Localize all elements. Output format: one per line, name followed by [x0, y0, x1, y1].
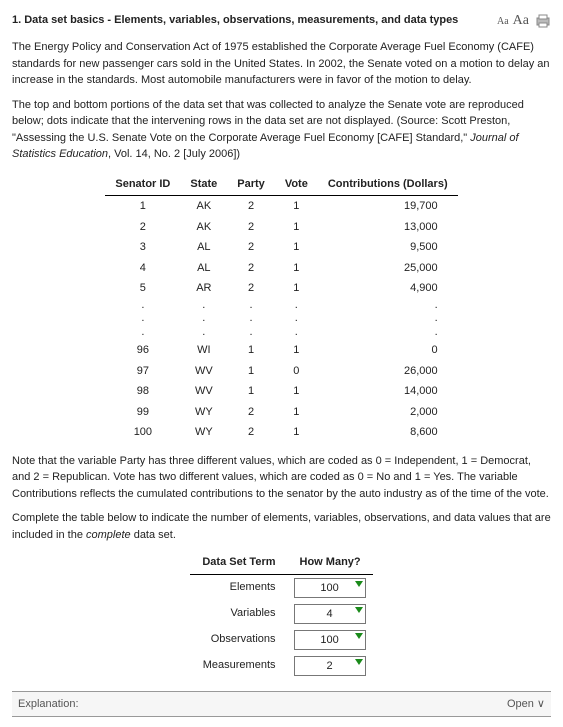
answer-dropdown[interactable]: 4 [294, 604, 366, 624]
answer-term: Elements [190, 574, 287, 601]
p4-text-c: data set. [131, 529, 176, 541]
intro-paragraph-1: The Energy Policy and Conservation Act o… [12, 39, 551, 89]
answer-row: Variables 4 [190, 601, 372, 627]
explanation-open-toggle[interactable]: Open ∨ [507, 696, 545, 713]
table-row: 98WV1114,000 [105, 381, 457, 402]
answer-table: Data Set Term How Many? Elements 100 Varia… [190, 551, 372, 679]
font-size-controls: Aa Aa [497, 10, 529, 31]
p2-text-a: The top and bottom portions of the data … [12, 99, 524, 144]
col-state: State [180, 173, 227, 196]
answer-term: Variables [190, 601, 287, 627]
answer-row: Measurements 2 [190, 653, 372, 679]
data-table: Senator ID State Party Vote Contribution… [105, 173, 457, 443]
table-header-row: Senator ID State Party Vote Contribution… [105, 173, 457, 196]
ellipsis-row: ..... [105, 312, 457, 326]
table-row: 4AL2125,000 [105, 258, 457, 279]
col-senator-id: Senator ID [105, 173, 180, 196]
font-large-icon[interactable]: Aa [513, 10, 529, 31]
table-row: 1AK2119,700 [105, 196, 457, 217]
ellipsis-row: ..... [105, 299, 457, 313]
answer-dropdown[interactable]: 100 [294, 630, 366, 650]
answer-row: Observations 100 [190, 627, 372, 653]
answer-col-howmany: How Many? [288, 551, 373, 574]
answer-term: Measurements [190, 653, 287, 679]
answer-col-term: Data Set Term [190, 551, 287, 574]
answer-dropdown[interactable]: 100 [294, 578, 366, 598]
p2-text-c: , Vol. 14, No. 2 [July 2006]) [108, 148, 240, 160]
explanation-label: Explanation: [18, 696, 79, 713]
intro-paragraph-2: The top and bottom portions of the data … [12, 97, 551, 163]
col-party: Party [227, 173, 275, 196]
question-title: 1. Data set basics - Elements, variables… [12, 12, 497, 29]
col-vote: Vote [275, 173, 318, 196]
table-row: 100WY218,600 [105, 422, 457, 443]
table-row: 3AL219,500 [105, 237, 457, 258]
p4-complete: complete [86, 529, 131, 541]
table-row: 2AK2113,000 [105, 217, 457, 238]
note-paragraph: Note that the variable Party has three d… [12, 453, 551, 503]
col-contributions: Contributions (Dollars) [318, 173, 458, 196]
table-row: 97WV1026,000 [105, 361, 457, 382]
font-small-icon[interactable]: Aa [497, 14, 509, 29]
table-row: 99WY212,000 [105, 402, 457, 423]
explanation-bar[interactable]: Explanation: Open ∨ [12, 691, 551, 718]
print-icon[interactable] [535, 14, 551, 28]
ellipsis-row: ..... [105, 326, 457, 340]
answer-dropdown[interactable]: 2 [294, 656, 366, 676]
answer-row: Elements 100 [190, 574, 372, 601]
table-row: 5AR214,900 [105, 278, 457, 299]
table-row: 96WI110 [105, 340, 457, 361]
answer-term: Observations [190, 627, 287, 653]
instruction-paragraph: Complete the table below to indicate the… [12, 510, 551, 543]
